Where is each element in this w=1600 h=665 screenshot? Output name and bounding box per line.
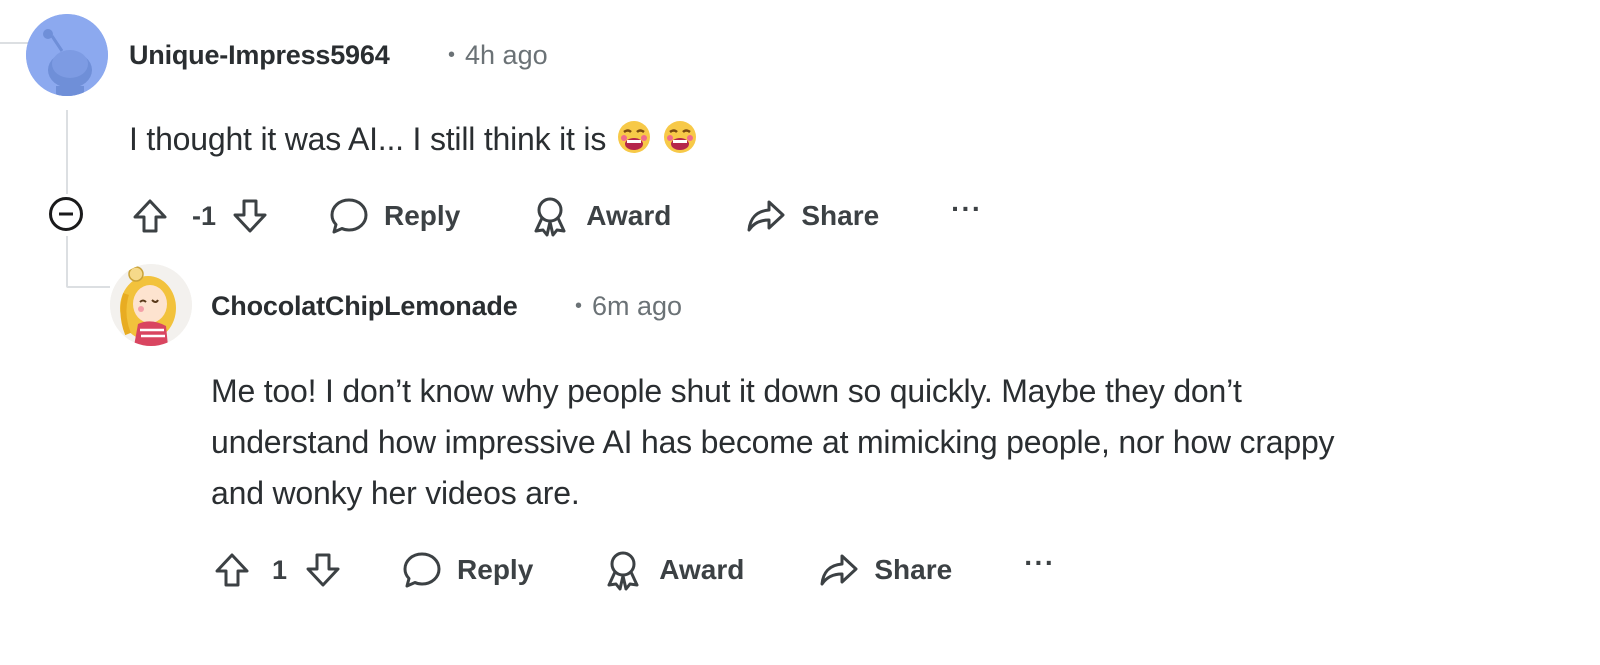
upvote-arrow-icon — [133, 199, 167, 233]
speech-bubble-icon — [403, 552, 441, 588]
share-button[interactable]: Share — [745, 196, 879, 236]
comment-body-line: understand how impressive AI has become … — [211, 424, 1335, 460]
snoo-avatar-icon — [26, 14, 108, 96]
vote-count: 1 — [272, 554, 288, 585]
reply-label: Reply — [457, 554, 534, 585]
avatar-unique-impress[interactable] — [26, 14, 108, 96]
award-button[interactable]: Award — [603, 549, 744, 591]
share-label: Share — [874, 554, 953, 585]
comment-body-line: Me too! I don’t know why people shut it … — [211, 373, 1242, 409]
comment-author[interactable]: ChocolatChipLemonade — [211, 291, 518, 322]
comment-body: Me too! I don’t know why people shut it … — [211, 366, 1571, 519]
thread-line-top — [0, 42, 28, 44]
thread-line-branch — [66, 286, 110, 288]
downvote-button[interactable] — [303, 550, 343, 590]
comment-body: I thought it was AI... I still think it … — [129, 114, 698, 165]
share-arrow-icon — [820, 554, 858, 586]
comment-author[interactable]: Unique-Impress5964 — [129, 40, 390, 71]
more-options-button[interactable]: ··· — [1024, 547, 1055, 579]
comment-timestamp: • 4h ago — [448, 40, 548, 71]
award-icon — [534, 197, 566, 237]
reply-label: Reply — [384, 200, 461, 231]
collapse-thread-icon[interactable] — [48, 196, 84, 232]
comment-timestamp: • 6m ago — [575, 291, 682, 322]
upvote-button[interactable] — [212, 550, 252, 590]
award-icon — [607, 551, 639, 591]
downvote-button[interactable] — [230, 196, 270, 236]
downvote-arrow-icon — [233, 199, 267, 233]
speech-bubble-icon — [330, 198, 368, 234]
avatar-chocolatchiplemonade[interactable] — [110, 264, 192, 346]
share-arrow-icon — [747, 200, 785, 232]
comment-body-line: and wonky her videos are. — [211, 475, 580, 511]
time-label: 6m ago — [592, 291, 683, 321]
comment-actions: -1 Reply Award Share ··· — [130, 193, 982, 238]
meta-separator: • — [575, 295, 583, 317]
thread-line-vertical-lower[interactable] — [66, 236, 68, 286]
comment-body-text: I thought it was AI... I still think it … — [129, 121, 607, 157]
face-with-steam-emoji-icon — [664, 121, 697, 153]
award-label: Award — [659, 554, 745, 585]
share-button[interactable]: Share — [818, 550, 952, 590]
award-button[interactable]: Award — [530, 195, 671, 237]
meta-separator: • — [448, 44, 456, 66]
time-label: 4h ago — [465, 40, 548, 70]
reply-button[interactable]: Reply — [401, 549, 533, 591]
downvote-arrow-icon — [306, 553, 340, 587]
upvote-button[interactable] — [130, 196, 170, 236]
reply-button[interactable]: Reply — [328, 195, 460, 237]
thread-line-vertical[interactable] — [66, 110, 68, 194]
award-label: Award — [586, 200, 672, 231]
upvote-arrow-icon — [215, 553, 249, 587]
comment-actions: 1 Reply Award Share ··· — [212, 547, 1055, 592]
vote-count: -1 — [192, 200, 217, 231]
face-with-steam-emoji-icon — [618, 121, 651, 153]
custom-avatar-icon — [110, 264, 192, 346]
share-label: Share — [801, 200, 880, 231]
more-options-button[interactable]: ··· — [951, 193, 982, 225]
